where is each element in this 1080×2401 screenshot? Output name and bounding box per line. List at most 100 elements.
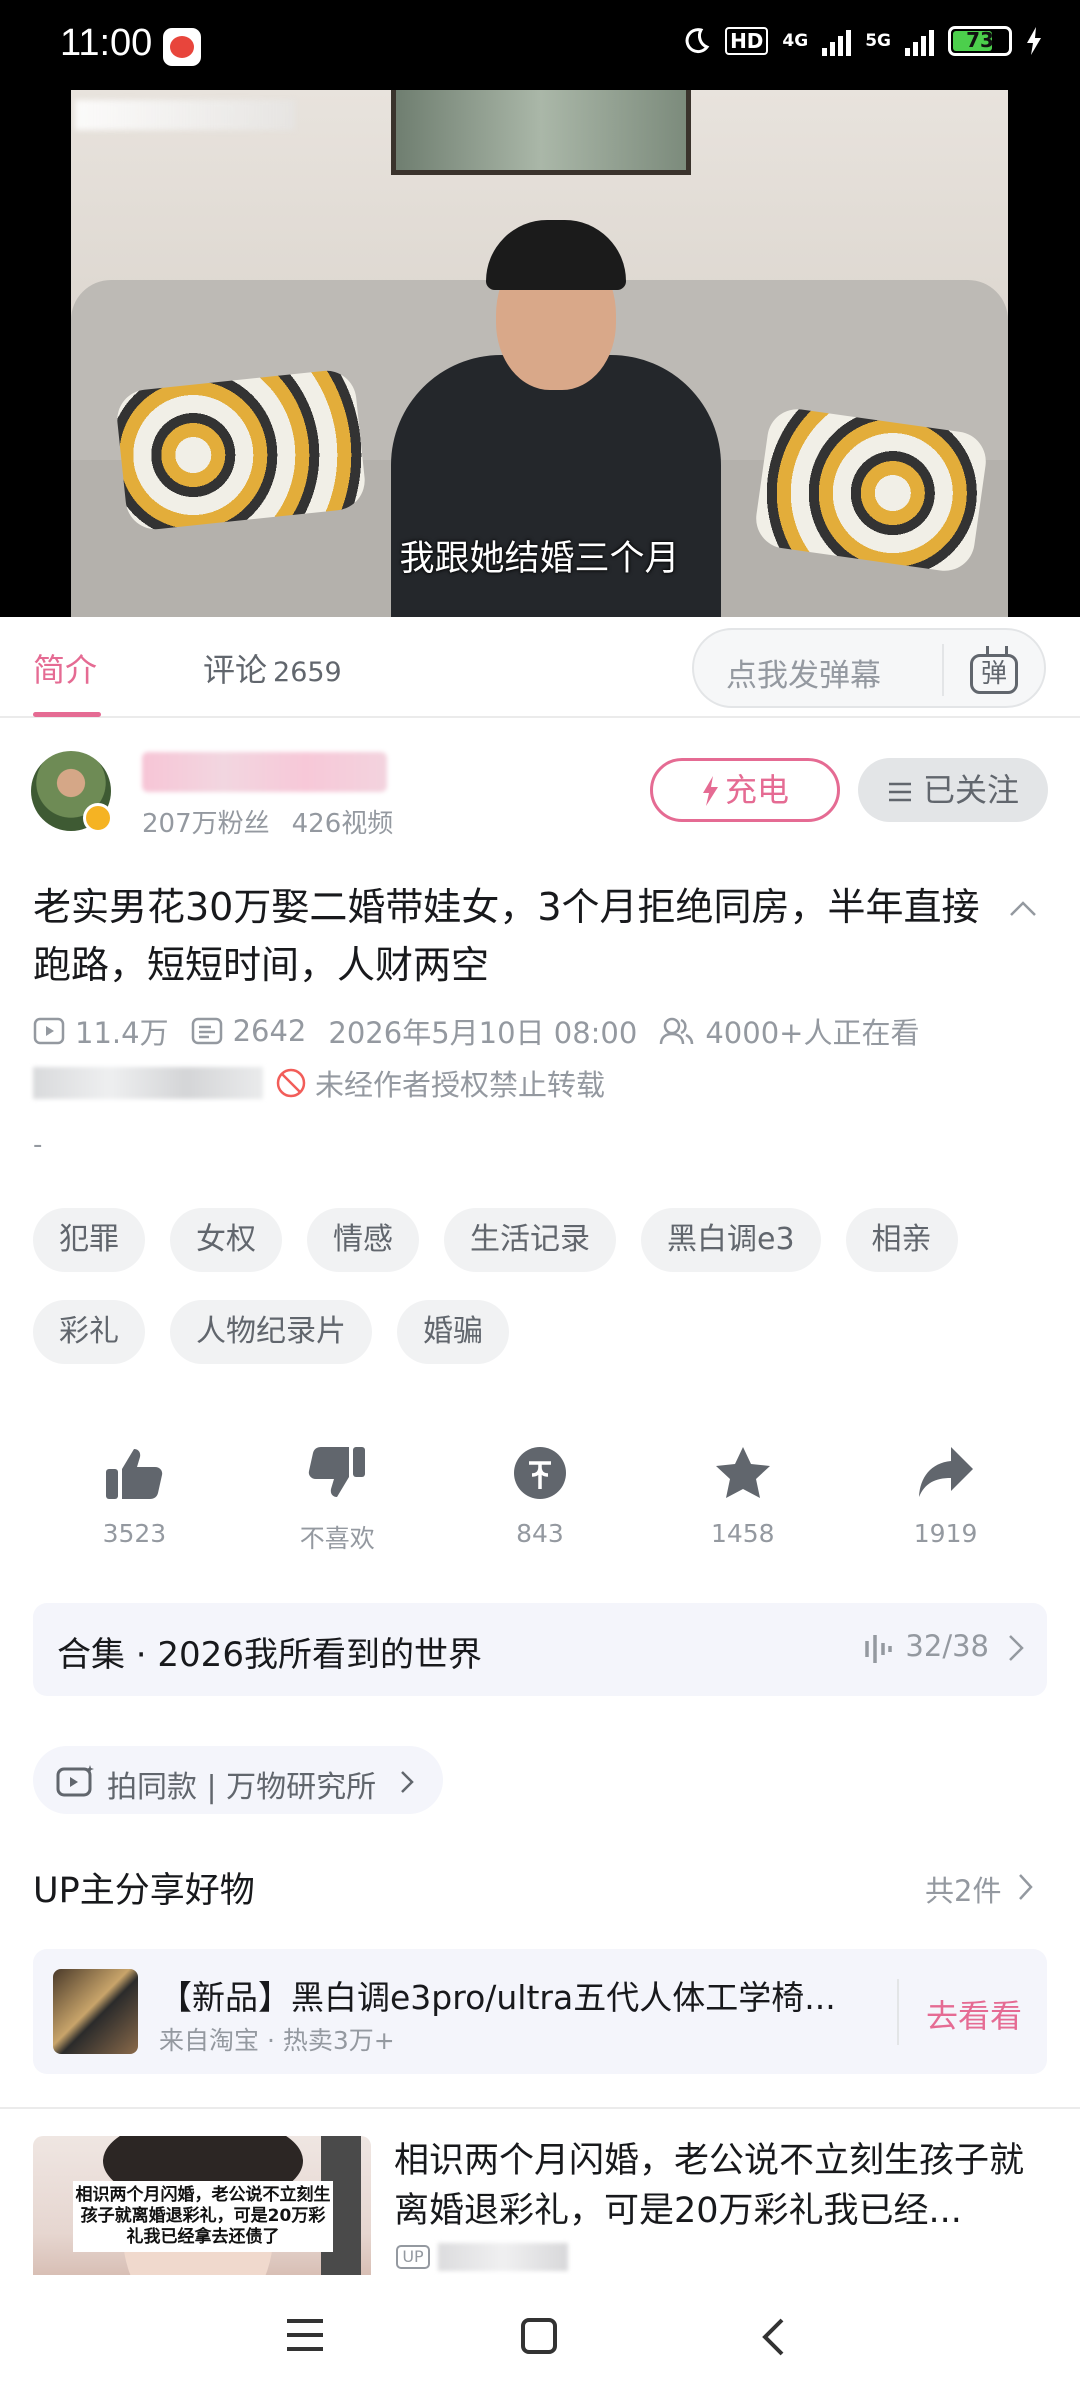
battery-level: 73 bbox=[966, 28, 994, 52]
no-repost-icon bbox=[276, 1068, 306, 1098]
uploader-fans: 207万粉丝 bbox=[142, 809, 270, 839]
follow-label: 已关注 bbox=[922, 771, 1019, 809]
network-5g-label: 5G bbox=[865, 31, 891, 51]
goods-section-title: UP主分享好物 bbox=[33, 1871, 255, 1911]
tab-bar: 简介 评论 2659 点我发弹幕 弹 bbox=[0, 617, 1080, 718]
wall-painting bbox=[391, 90, 691, 175]
publish-time: 2026年5月10日 08:00 bbox=[328, 1016, 638, 1050]
video-player[interactable]: 我跟她结婚三个月 bbox=[71, 90, 1008, 617]
signal-icon bbox=[822, 26, 852, 56]
tag-chip[interactable]: 人物纪录片 bbox=[170, 1300, 372, 1364]
dislike-label: 不喜欢 bbox=[299, 1524, 375, 1553]
goods-count[interactable]: 共2件 bbox=[925, 1868, 1001, 1910]
hd-badge: HD bbox=[725, 27, 769, 55]
collection-card[interactable]: 合集 · 2026我所看到的世界 32/38 bbox=[33, 1603, 1047, 1696]
lightning-icon bbox=[702, 776, 718, 806]
coin-button[interactable]: 843 bbox=[439, 1445, 642, 1555]
divider bbox=[897, 1979, 899, 2045]
like-count: 3523 bbox=[102, 1519, 167, 1548]
menu-icon[interactable] bbox=[285, 2317, 325, 2353]
collection-progress: 32/38 bbox=[905, 1629, 989, 1663]
dislike-button[interactable]: 不喜欢 bbox=[236, 1445, 439, 1555]
up-badge-icon: UP bbox=[396, 2245, 430, 2269]
share-arrow-icon bbox=[918, 1447, 973, 1497]
chevron-right-icon bbox=[1009, 1635, 1024, 1661]
video-meta-secondary: 未经作者授权禁止转载 bbox=[33, 1062, 605, 1104]
charge-button[interactable]: 充电 bbox=[650, 758, 840, 822]
share-button[interactable]: 1919 bbox=[844, 1445, 1047, 1555]
thumbnail-caption: 相识两个月闪婚，老公说不立刻生孩子就离婚退彩礼，可是20万彩礼我已经拿去还债了 bbox=[73, 2181, 333, 2252]
signal-icon bbox=[905, 26, 934, 56]
tab-intro[interactable]: 简介 bbox=[33, 645, 97, 691]
uploader-videos: 426视频 bbox=[291, 809, 394, 839]
play-count-icon bbox=[33, 1017, 65, 1045]
playlist-bars-icon bbox=[865, 1635, 892, 1663]
tag-chip[interactable]: 黑白调e3 bbox=[641, 1208, 821, 1272]
share-count: 1919 bbox=[913, 1519, 978, 1548]
chevron-right-icon[interactable] bbox=[1018, 1873, 1034, 1901]
status-icons: HD 4G 5G 73 bbox=[681, 26, 1042, 56]
danmaku-toggle-button[interactable]: 弹 bbox=[962, 644, 1026, 696]
camera-sparkle-icon bbox=[56, 1765, 94, 1797]
danmaku-input[interactable]: 点我发弹幕 弹 bbox=[692, 628, 1046, 708]
danmaku-stat: 2642 bbox=[191, 1014, 306, 1048]
tab-comments-label: 评论 bbox=[203, 651, 268, 689]
video-description: - bbox=[33, 1130, 43, 1160]
charging-icon bbox=[1027, 27, 1041, 55]
favorite-button[interactable]: 1458 bbox=[641, 1445, 844, 1555]
collection-title: 合集 · 2026我所看到的世界 bbox=[57, 1635, 482, 1675]
recommended-title[interactable]: 相识两个月闪婚，老公说不立刻生孩子就离婚退彩礼，可是20万彩礼我已经... bbox=[394, 2136, 1044, 2236]
tab-active-indicator bbox=[33, 712, 101, 717]
charge-label: 充电 bbox=[724, 771, 789, 809]
same-style-chip[interactable]: 拍同款 | 万物研究所 bbox=[33, 1746, 443, 1814]
person-cap bbox=[486, 220, 626, 290]
like-button[interactable]: 3523 bbox=[33, 1445, 236, 1555]
status-bar: 11:00 HD 4G 5G 73 bbox=[0, 0, 1080, 90]
video-meta: 11.4万 2642 2026年5月10日 08:00 4000+人正在看 bbox=[33, 1010, 941, 1052]
section-divider bbox=[0, 2107, 1080, 2109]
goods-name: 【新品】黑白调e3pro/ultra五代人体工学椅... bbox=[159, 1978, 836, 2017]
tag-list: 犯罪 女权 情感 生活记录 黑白调e3 相亲 彩礼 人物纪录片 婚骗 bbox=[33, 1208, 1053, 1364]
battery-icon: 73 bbox=[948, 26, 1012, 56]
goods-card[interactable]: 【新品】黑白调e3pro/ultra五代人体工学椅... 来自淘宝 · 热卖3万… bbox=[33, 1949, 1047, 2074]
uploader-stats: 207万粉丝 426视频 bbox=[142, 803, 415, 840]
tag-chip[interactable]: 犯罪 bbox=[33, 1208, 145, 1272]
tab-comments[interactable]: 评论 2659 bbox=[203, 645, 342, 691]
tag-chip[interactable]: 女权 bbox=[170, 1208, 282, 1272]
tag-chip[interactable]: 婚骗 bbox=[397, 1300, 509, 1364]
tag-chip[interactable]: 情感 bbox=[307, 1208, 419, 1272]
goods-thumbnail bbox=[53, 1969, 138, 2054]
action-bar: 3523 不喜欢 843 1458 1919 bbox=[33, 1445, 1047, 1555]
comments-count: 2659 bbox=[273, 657, 342, 688]
video-title: 老实男花30万娶二婚带娃女，3个月拒绝同房，半年直接跑路，短短时间，人财两空 bbox=[33, 885, 980, 987]
back-icon[interactable] bbox=[760, 2317, 786, 2357]
blurred-watermark bbox=[75, 100, 295, 130]
danmaku-count-icon bbox=[191, 1017, 222, 1045]
home-icon[interactable] bbox=[520, 2317, 558, 2355]
no-repost-notice: 未经作者授权禁止转载 bbox=[315, 1068, 606, 1102]
chevron-up-icon[interactable] bbox=[1007, 893, 1039, 925]
network-4g-label: 4G bbox=[782, 31, 809, 51]
recommended-thumbnail[interactable]: 相识两个月闪婚，老公说不立刻生孩子就离婚退彩礼，可是20万彩礼我已经拿去还债了 bbox=[33, 2136, 371, 2275]
uploader-name-blurred[interactable] bbox=[142, 752, 387, 792]
tag-chip[interactable]: 生活记录 bbox=[444, 1208, 616, 1272]
watching-stat: 4000+人正在看 bbox=[659, 1010, 919, 1052]
danmaku-placeholder: 点我发弹幕 bbox=[726, 658, 881, 694]
video-area: 11:00 HD 4G 5G 73 我跟她结婚三个月 bbox=[0, 0, 1080, 617]
coin-count: 843 bbox=[516, 1519, 564, 1548]
views-count: 11.4万 bbox=[75, 1016, 169, 1050]
moon-icon bbox=[685, 28, 710, 54]
menu-lines-icon bbox=[888, 782, 911, 802]
tag-chip[interactable]: 彩礼 bbox=[33, 1300, 145, 1364]
thumbs-down-icon bbox=[308, 1447, 366, 1497]
follow-button[interactable]: 已关注 bbox=[858, 758, 1048, 822]
pillow bbox=[114, 367, 368, 533]
watching-count: 4000+人正在看 bbox=[705, 1016, 920, 1050]
danmaku-tv-icon: 弹 bbox=[970, 654, 1018, 694]
goods-go-button[interactable]: 去看看 bbox=[926, 1991, 1022, 2037]
status-time: 11:00 bbox=[60, 22, 153, 64]
views-stat: 11.4万 bbox=[33, 1010, 169, 1052]
recommended-uploader-blurred[interactable] bbox=[438, 2243, 568, 2271]
tag-chip[interactable]: 相亲 bbox=[845, 1208, 958, 1272]
goods-source: 来自淘宝 · 热卖3万+ bbox=[159, 2026, 395, 2055]
